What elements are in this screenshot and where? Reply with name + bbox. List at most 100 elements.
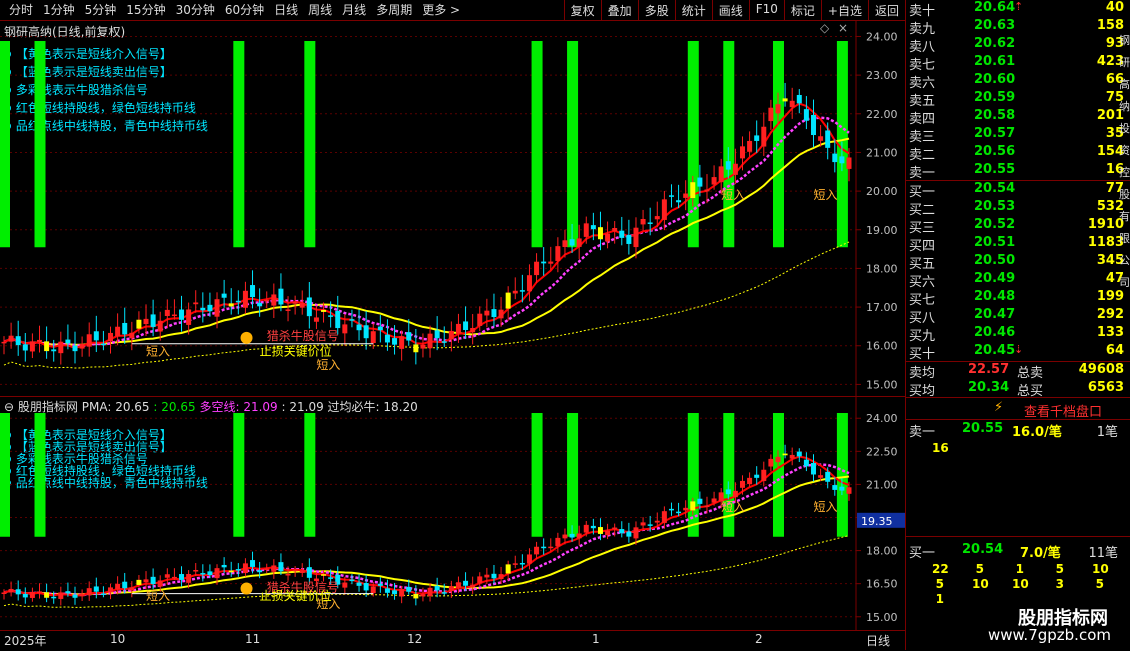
candle-body — [406, 332, 412, 341]
buy-avg-row: 买均 20.34 总买 6563 — [909, 380, 1124, 399]
candle-body — [491, 573, 497, 579]
tool-button[interactable]: F10 — [748, 0, 784, 20]
queue-order: 5 — [975, 562, 984, 576]
candle-body — [136, 579, 142, 585]
period-tab[interactable]: 15分钟 — [121, 2, 170, 18]
candle-body — [164, 309, 170, 316]
period-tab[interactable]: 1分钟 — [38, 2, 80, 18]
orderbook-row[interactable]: 卖一 20.55 16 — [906, 162, 1126, 181]
tool-button[interactable]: 标记 — [783, 0, 821, 20]
ma5-line — [3, 455, 850, 597]
candle-body — [690, 182, 696, 199]
orderbook-row[interactable]: 卖四 20.58 201 — [906, 108, 1126, 127]
signal-bar — [531, 41, 543, 248]
candle-body — [747, 140, 753, 152]
period-tab[interactable]: 60分钟 — [220, 2, 269, 18]
orderbook-row[interactable]: 卖六 20.60 66 — [906, 72, 1126, 91]
orderbook-row[interactable]: 卖九 20.63 158 — [906, 18, 1126, 37]
period-tab[interactable]: 周线 — [303, 2, 337, 18]
orderbook-row[interactable]: 卖五 20.59 75 — [906, 90, 1126, 109]
candle-body — [548, 546, 554, 549]
candle-body — [498, 309, 504, 319]
candle-body — [179, 309, 185, 320]
y-tick-label: 15.00 — [866, 378, 898, 391]
main-kline-panel[interactable]: 钢研高纳(日线,前复权) ◇ × ⊕ 【黄色表示是短线介入信号】⊕ 【蓝色表示是… — [0, 21, 905, 396]
candle-body — [463, 580, 469, 586]
annotation-duanru2: 短入 — [316, 358, 340, 372]
orderbook-row[interactable]: 买二 20.53 532 — [906, 199, 1126, 218]
tool-button[interactable]: +自选 — [820, 0, 868, 20]
orderbook-row[interactable]: 买十 20.45 ⇣ 64 — [906, 343, 1126, 362]
level-label: 买四 — [909, 239, 936, 254]
candle-body — [576, 533, 582, 539]
candle-body — [427, 587, 433, 597]
period-tab[interactable]: 更多 > — [417, 2, 465, 18]
tool-button[interactable]: 复权 — [563, 0, 601, 20]
orderbook-row[interactable]: 卖八 20.62 93 — [906, 36, 1126, 55]
level-label: 卖一 — [909, 166, 936, 181]
orderbook-row[interactable]: 买九 20.46 133 — [906, 325, 1126, 344]
candle-body — [661, 511, 667, 523]
indicator-panel[interactable]: ⊖ 股朋指标网 PMA: 20.65 : 20.65 多空线: 21.09 : … — [0, 397, 905, 630]
candle-body — [115, 326, 121, 337]
period-tab[interactable]: 30分钟 — [171, 2, 220, 18]
candle-body — [342, 582, 348, 588]
orderbook-row[interactable]: 卖三 20.57 35 — [906, 126, 1126, 145]
y-tick-label: 20.00 — [866, 185, 898, 198]
candle-body — [505, 292, 511, 309]
period-tab[interactable]: 多周期 — [371, 2, 417, 18]
qiandang-link[interactable]: 查看千档盘口 — [1024, 401, 1102, 420]
tool-button[interactable]: 画线 — [711, 0, 749, 20]
candle-body — [313, 317, 319, 322]
candle-body — [58, 592, 64, 599]
candle-body — [846, 157, 852, 169]
period-tab[interactable]: 月线 — [337, 2, 371, 18]
candle-body — [377, 326, 383, 331]
candle-body — [342, 324, 348, 334]
orderbook-row[interactable]: 买六 20.49 47 — [906, 271, 1126, 290]
orderbook-row[interactable]: 买五 20.50 345 — [906, 253, 1126, 272]
candle-body — [157, 580, 163, 587]
candle-body — [534, 546, 540, 555]
orderbook-row[interactable]: 买三 20.52 1910 — [906, 217, 1126, 236]
orderbook-row[interactable]: 买八 20.47 292 — [906, 307, 1126, 326]
tool-button[interactable]: 多股 — [637, 0, 675, 20]
candle-body — [583, 223, 589, 237]
orderbook-row[interactable]: 买一 20.54 77 — [906, 181, 1126, 200]
orderbook-row[interactable]: 卖七 20.61 423 — [906, 54, 1126, 73]
level-volume: 64 — [1105, 343, 1124, 358]
candle-body — [484, 574, 490, 578]
candle-body — [72, 345, 78, 352]
candle-body — [242, 563, 248, 574]
sell1-queue: 16 — [932, 441, 949, 455]
tool-button[interactable]: 返回 — [867, 0, 905, 20]
candle-body — [576, 238, 582, 247]
candle-body — [186, 573, 192, 583]
candle-body — [590, 225, 596, 230]
kline-chart-bottom[interactable]: 24.0022.5021.0019.5018.0016.5015.00短入短入短… — [0, 397, 905, 630]
period-tab[interactable]: 5分钟 — [80, 2, 122, 18]
candle-body — [235, 569, 241, 571]
y-tick-label: 22.50 — [866, 445, 898, 458]
orderbook-row[interactable]: 卖二 20.56 154 — [906, 144, 1126, 163]
tool-button[interactable]: 统计 — [674, 0, 712, 20]
orderbook-row[interactable]: 买四 20.51 1183 — [906, 235, 1126, 254]
candle-body — [739, 146, 745, 159]
signal-bar — [0, 413, 10, 537]
kline-chart-top[interactable]: 24.00 23.00 22.00 21.00 20.00 19.00 18.00 17.00… — [0, 21, 905, 396]
candle-body — [541, 261, 547, 264]
tool-button[interactable]: 叠加 — [600, 0, 638, 20]
candle-body — [640, 218, 646, 225]
period-indicator[interactable]: 日线 — [866, 632, 890, 649]
candle-body — [136, 319, 142, 329]
candle-body — [470, 584, 476, 588]
period-tab[interactable]: 日线 — [269, 2, 303, 18]
candle-body — [51, 349, 57, 352]
period-tab[interactable]: 分时 — [4, 2, 38, 18]
order-book-panel: 卖十 20.64 ⇡ 40 卖九 20.63 158 卖八 20.62 93 卖七 20.61 423 卖… — [905, 0, 1130, 650]
orderbook-row[interactable]: 卖十 20.64 ⇡ 40 — [906, 0, 1126, 19]
level-label: 买三 — [909, 221, 936, 236]
orderbook-row[interactable]: 买七 20.48 199 — [906, 289, 1126, 308]
candle-body — [214, 299, 220, 317]
candle-body — [285, 309, 291, 311]
